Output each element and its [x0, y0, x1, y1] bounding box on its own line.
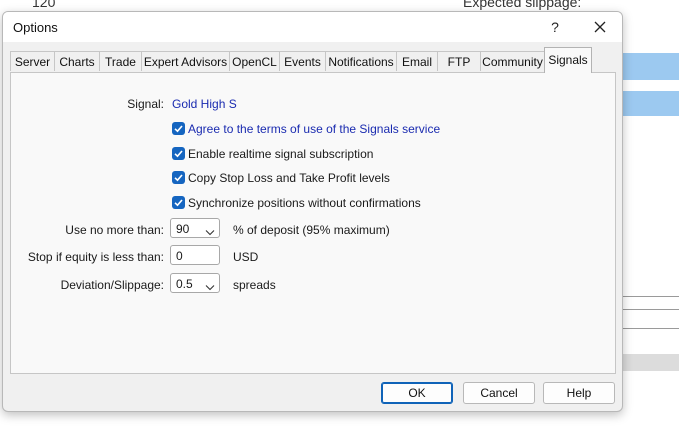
deposit-percent-select[interactable]: 90 [170, 218, 220, 238]
tab-events[interactable]: Events [279, 51, 326, 71]
checkbox-label: Synchronize positions without confirmati… [188, 196, 421, 210]
equity-value: 0 [176, 249, 183, 263]
dialog-title: Options [13, 20, 58, 35]
signal-name-link[interactable]: Gold High S [172, 97, 237, 111]
tab-notifications[interactable]: Notifications [325, 51, 397, 71]
checkbox-label: Copy Stop Loss and Take Profit levels [188, 171, 390, 185]
dialog-titlebar[interactable]: Options ? [3, 12, 622, 42]
equity-suffix: USD [233, 250, 259, 264]
tab-email[interactable]: Email [396, 51, 438, 71]
cancel-button[interactable]: Cancel [463, 382, 535, 404]
signal-label: Signal: [127, 97, 164, 111]
tab-server[interactable]: Server [10, 51, 55, 71]
help-button[interactable]: Help [543, 382, 615, 404]
signals-panel: Signal: Gold High S Agree to the terms o… [10, 72, 616, 374]
tab-charts[interactable]: Charts [54, 51, 100, 71]
deviation-select[interactable]: 0.5 [170, 273, 220, 293]
tab-signals[interactable]: Signals [544, 47, 592, 73]
deviation-suffix: spreads [233, 278, 276, 292]
close-icon[interactable] [588, 15, 612, 39]
tab-expert-advisors[interactable]: Expert Advisors [141, 51, 230, 71]
tab-ftp[interactable]: FTP [437, 51, 481, 71]
checkbox-label: Enable realtime signal subscription [188, 147, 374, 161]
deviation-value: 0.5 [176, 277, 193, 291]
chevron-down-icon [205, 280, 215, 291]
help-icon[interactable]: ? [543, 16, 567, 38]
agree-terms-link[interactable]: Agree to the terms of use of the Signals… [188, 122, 440, 136]
checkbox[interactable] [172, 171, 185, 184]
equity-label: Stop if equity is less than: [27, 250, 164, 264]
background-number: 120 [32, 0, 56, 10]
chevron-down-icon [205, 225, 215, 236]
ok-button[interactable]: OK [381, 382, 453, 404]
checkbox[interactable] [172, 147, 185, 160]
background-expected-slippage-label: Expected slippage: [463, 0, 582, 10]
background-selection-bar [622, 91, 679, 116]
deviation-label: Deviation/Slippage: [60, 278, 164, 292]
checkbox[interactable] [172, 196, 185, 209]
deposit-label: Use no more than: [65, 223, 164, 237]
tab-trade[interactable]: Trade [99, 51, 142, 71]
checkbox[interactable] [172, 122, 185, 135]
equity-input[interactable]: 0 [170, 245, 220, 265]
background-selection-bar [622, 53, 679, 80]
options-dialog: Options ? Server Charts Trade Expert Adv… [2, 11, 623, 412]
tab-community[interactable]: Community [480, 51, 545, 71]
tab-opencl[interactable]: OpenCL [229, 51, 280, 71]
deposit-suffix: % of deposit (95% maximum) [233, 223, 390, 237]
deposit-percent-value: 90 [176, 222, 190, 236]
